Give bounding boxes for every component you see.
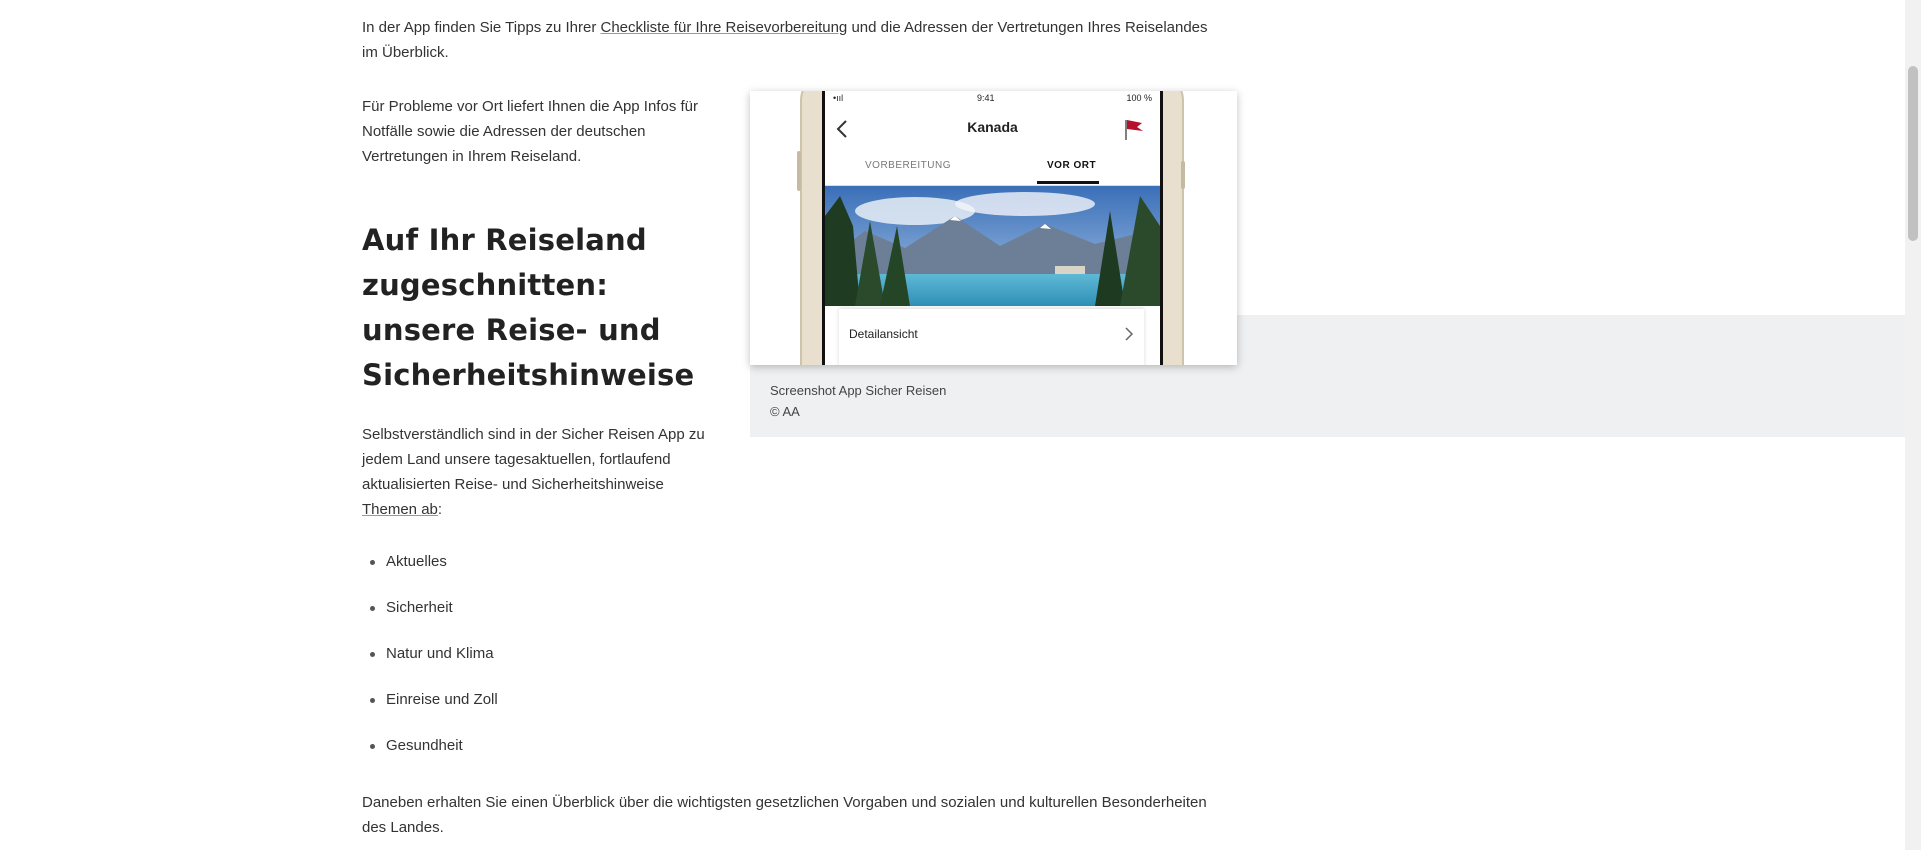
info-text-before: Selbstverständlich sind in der Sicher Re… (362, 426, 705, 493)
detail-label: Detailansicht (849, 327, 918, 341)
tab-vor-ort: VOR ORT (1047, 160, 1097, 171)
problems-paragraph: Für Probleme vor Ort liefert Ihnen die A… (362, 98, 698, 165)
hint-item: Natur und Klima (362, 640, 498, 686)
app-screenshot-figure[interactable]: •ııl 9:41 100 % Kanada VORBEREITUNG VOR … (750, 91, 1237, 365)
closing-paragraph: Daneben erhalten Sie einen Überblick übe… (362, 794, 1207, 836)
info-paragraph: Selbstverständlich sind in der Sicher Re… (362, 422, 717, 522)
tab-vorbereitung: VORBEREITUNG (865, 160, 952, 171)
scrollbar[interactable] (1905, 0, 1921, 850)
topics-link[interactable]: Themen ab (362, 501, 438, 518)
section-heading: Auf Ihr Reiseland zugeschnitten: unsere … (362, 223, 695, 392)
app-header: Kanada (825, 111, 1160, 149)
hint-item: Einreise und Zoll (362, 686, 498, 732)
intro-text-before: In der App finden Sie Tipps zu Ihrer (362, 19, 601, 36)
status-bar: •ııl 9:41 100 % (825, 93, 1160, 107)
country-title: Kanada (967, 119, 1018, 135)
flag-icon (1125, 120, 1143, 140)
status-time: 9:41 (977, 93, 995, 103)
signal-indicator: •ııl (833, 93, 844, 103)
detail-card: Detailansicht (839, 309, 1144, 365)
phone-side-button (1181, 161, 1185, 189)
app-tabs: VORBEREITUNG VOR ORT (825, 151, 1160, 186)
figure-caption: Screenshot App Sicher Reisen © AA (770, 380, 946, 422)
checklist-link[interactable]: Checkliste für Ihre Reisevorbereitung (600, 19, 847, 36)
battery-indicator: 100 % (1126, 93, 1152, 103)
scrollbar-thumb[interactable] (1908, 66, 1918, 241)
hint-item: Sicherheit (362, 594, 498, 640)
active-tab-indicator (1037, 181, 1099, 184)
phone-side-button (797, 151, 801, 191)
intro-paragraph: In der App finden Sie Tipps zu Ihrer Che… (362, 15, 1212, 65)
hint-item: Aktuelles (362, 548, 498, 594)
hints-list: Aktuelles Sicherheit Natur und Klima Ein… (362, 548, 498, 778)
info-text-after: : (437, 501, 443, 518)
phone-screen: •ııl 9:41 100 % Kanada VORBEREITUNG VOR … (822, 91, 1163, 365)
hint-item: Gesundheit (362, 732, 498, 778)
landscape-photo (825, 186, 1160, 306)
caption-title: Screenshot App Sicher Reisen (770, 383, 947, 398)
caption-copyright: © AA (770, 404, 800, 419)
chevron-right-icon (1125, 327, 1134, 341)
